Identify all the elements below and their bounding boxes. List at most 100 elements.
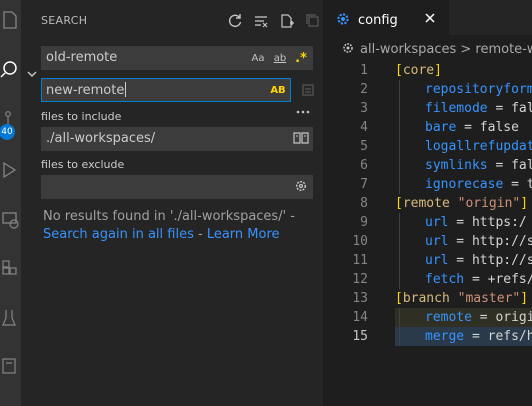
sidebar-title: SEARCH [41, 14, 88, 27]
line-text: [branch "master"] [395, 291, 529, 306]
match-whole-word-toggle[interactable]: ab [271, 50, 289, 67]
use-exclude-settings-gear-icon[interactable] [292, 179, 310, 196]
no-results-text: No results found in './all-workspaces/' … [43, 209, 295, 224]
search-only-open-editors-icon[interactable] [292, 131, 310, 148]
text-caret [125, 82, 127, 97]
code-line: 4 bare = false [323, 118, 532, 137]
line-text: logallrefupdat [425, 139, 532, 154]
editor-tab-config[interactable]: config [323, 0, 449, 35]
testing-icon[interactable] [0, 306, 21, 330]
line-number: 2 [360, 82, 368, 97]
code-line: 3 filemode = fal [323, 99, 532, 118]
code-line: 7 ignorecase = t [323, 175, 532, 194]
files-include-label: files to include [41, 110, 122, 123]
indent-guide [399, 99, 400, 118]
code-line: 1 [core] [323, 61, 532, 80]
code-line: 14 remote = origi [323, 308, 532, 327]
line-text: filemode = fal [425, 101, 532, 116]
line-number: 7 [360, 177, 368, 192]
line-number: 3 [360, 101, 368, 116]
line-number: 1 [360, 63, 368, 78]
breadcrumb-path: all-workspaces > remote-worl [360, 42, 532, 57]
code-line: 5 logallrefupdat [323, 137, 532, 156]
indent-guide [399, 213, 400, 232]
remote-explorer-icon[interactable] [0, 208, 21, 232]
indent-guide [399, 327, 400, 346]
line-text: symlinks = fal [425, 158, 532, 173]
refresh-icon[interactable] [225, 11, 245, 31]
code-line: 11 url = http://s [323, 251, 532, 270]
line-number: 15 [352, 329, 368, 344]
explorer-icon[interactable] [0, 8, 21, 32]
indent-guide [399, 118, 400, 137]
line-text: url = http://s [425, 234, 532, 249]
code-editor[interactable]: 1 [core] 2 repositoryform 3 filemode = fal 4 ba… [323, 61, 532, 346]
indent-guide [399, 137, 400, 156]
close-icon[interactable] [423, 11, 437, 25]
learn-more-link[interactable]: Learn More [207, 227, 280, 242]
files-exclude-label: files to exclude [41, 158, 125, 171]
code-line: 13 [branch "master"] [323, 289, 532, 308]
source-control-badge: 40 [0, 124, 15, 140]
indent-guide [399, 175, 400, 194]
settings-file-icon [342, 42, 354, 54]
line-number: 8 [360, 196, 368, 211]
code-line: 10 url = http://s [323, 232, 532, 251]
search-sidebar: SEARCH old-remote Aa ab .* new-remote AB… [21, 0, 323, 406]
preserve-case-toggle[interactable]: AB [268, 82, 288, 99]
collapse-all-icon[interactable] [303, 11, 323, 31]
use-regex-toggle[interactable]: .* [292, 50, 310, 67]
code-line: 6 symlinks = fal [323, 156, 532, 175]
toggle-replace-chevron-icon[interactable] [25, 67, 39, 81]
files-include-input[interactable]: ./all-workspaces/ [41, 127, 313, 151]
line-text: url = http://s [425, 253, 532, 268]
replace-all-icon[interactable] [298, 80, 318, 100]
line-number: 4 [360, 120, 368, 135]
code-line: 9 url = https:/ [323, 213, 532, 232]
line-text: [core] [395, 63, 442, 78]
toggle-search-details-icon[interactable] [293, 102, 313, 122]
code-line: 15 merge = refs/h [323, 327, 532, 346]
search-again-link[interactable]: Search again in all files [43, 227, 194, 242]
indent-guide [399, 251, 400, 270]
files-include-value: ./all-workspaces/ [46, 131, 156, 146]
match-case-toggle[interactable]: Aa [249, 50, 267, 67]
extensions-icon[interactable] [0, 256, 21, 280]
search-input[interactable]: old-remote Aa ab .* [41, 46, 313, 70]
code-line: 12 fetch = +refs/ [323, 270, 532, 289]
line-text: ignorecase = t [425, 177, 532, 192]
line-text: remote = origi [425, 310, 532, 325]
line-text: merge = refs/h [425, 329, 532, 344]
breadcrumb[interactable]: all-workspaces > remote-worl [342, 42, 532, 57]
line-text: repositoryform [425, 82, 532, 97]
search-actions [225, 11, 323, 33]
run-debug-icon[interactable] [0, 158, 21, 182]
files-exclude-input[interactable] [41, 175, 313, 199]
code-line: 8 [remote "origin"] [323, 194, 532, 213]
search-icon[interactable] [0, 58, 21, 82]
line-number: 6 [360, 158, 368, 173]
line-number: 14 [352, 310, 368, 325]
indent-guide [399, 80, 400, 99]
editor-tab-bar: config [323, 0, 532, 35]
indent-guide [399, 156, 400, 175]
new-search-editor-icon[interactable] [277, 11, 297, 31]
tab-label: config [358, 13, 398, 28]
line-number: 12 [352, 272, 368, 287]
clear-results-icon[interactable] [251, 11, 271, 31]
replace-input-value: new-remote [46, 83, 125, 98]
line-text: fetch = +refs/ [425, 272, 532, 287]
line-text: bare = false [425, 120, 519, 135]
indent-guide [399, 270, 400, 289]
no-results-message: No results found in './all-workspaces/' … [43, 208, 308, 244]
gear-icon [336, 12, 350, 26]
replace-input[interactable]: new-remote AB [41, 78, 291, 102]
code-line: 2 repositoryform [323, 80, 532, 99]
indent-guide [399, 308, 400, 327]
line-text: url = https:/ [425, 215, 527, 230]
activity-bar: 40 [0, 0, 21, 406]
line-number: 5 [360, 139, 368, 154]
docker-icon[interactable] [0, 354, 21, 378]
line-number: 11 [352, 253, 368, 268]
line-number: 13 [352, 291, 368, 306]
